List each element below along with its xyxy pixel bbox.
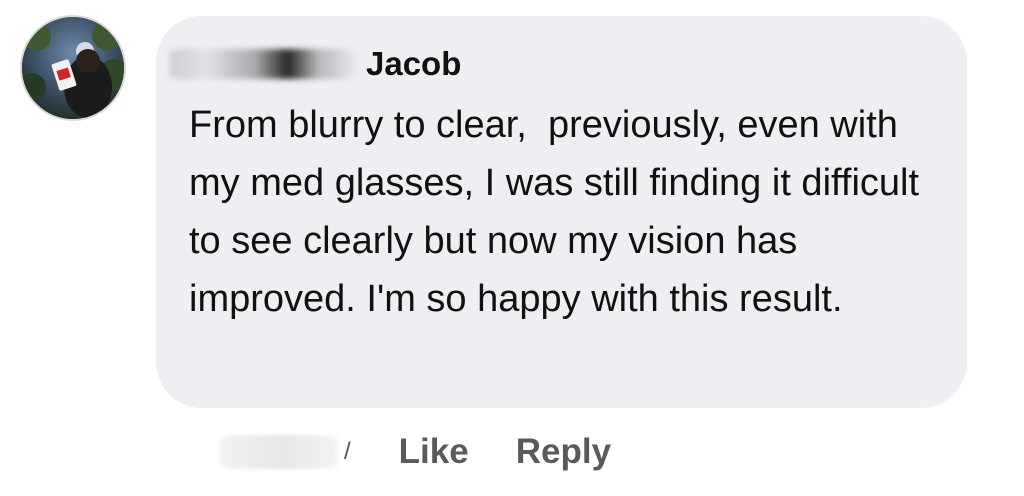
comment-actions: / Like Reply	[220, 428, 611, 476]
like-button[interactable]: Like	[399, 432, 469, 472]
separator: /	[344, 438, 351, 465]
redacted-timestamp-blur	[220, 435, 338, 469]
comment-author-name[interactable]: Jacob	[366, 45, 461, 83]
comment-author-row: Jacob	[170, 42, 461, 86]
comment-text: From blurry to clear, previously, even w…	[189, 104, 930, 320]
redacted-name-blur	[170, 49, 360, 79]
avatar-photo	[22, 17, 124, 119]
reply-button[interactable]: Reply	[516, 432, 611, 472]
avatar[interactable]	[22, 17, 124, 119]
